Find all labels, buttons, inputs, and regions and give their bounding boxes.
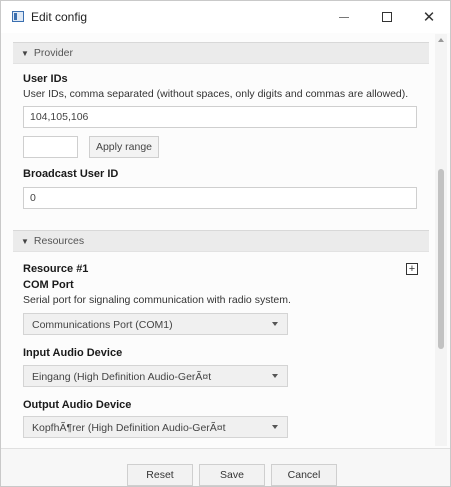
plus-box-icon[interactable]: + xyxy=(406,263,418,275)
input-audio-select[interactable]: Eingang (High Definition Audio-GerÃ¤t xyxy=(23,365,288,387)
minimize-button[interactable] xyxy=(324,1,364,33)
input-audio-selected: Eingang (High Definition Audio-GerÃ¤t xyxy=(32,371,212,383)
user-ids-label: User IDs xyxy=(23,73,68,85)
dialog-footer: Reset Save Cancel xyxy=(1,448,450,486)
maximize-icon xyxy=(382,12,392,22)
com-port-label: COM Port xyxy=(23,279,74,291)
com-port-selected: Communications Port (COM1) xyxy=(32,319,173,331)
chevron-down-icon xyxy=(272,374,278,378)
provider-header-label: Provider xyxy=(33,47,74,59)
output-audio-label: Output Audio Device xyxy=(23,399,132,411)
user-ids-input[interactable]: 104,105,106 xyxy=(23,106,417,128)
minimize-icon xyxy=(339,16,349,18)
edit-config-window: Edit config ✕ ▼ Provider User IDs User I… xyxy=(0,0,451,487)
output-audio-selected: KopfhÃ¶rer (High Definition Audio-GerÃ¤t xyxy=(32,422,226,434)
vertical-scrollbar[interactable] xyxy=(435,34,447,446)
close-button[interactable]: ✕ xyxy=(409,1,449,33)
broadcast-user-id-label: Broadcast User ID xyxy=(23,168,119,180)
com-port-description: Serial port for signaling communication … xyxy=(23,294,291,306)
output-audio-select[interactable]: KopfhÃ¶rer (High Definition Audio-GerÃ¤t xyxy=(23,416,288,438)
chevron-down-icon xyxy=(272,322,278,326)
chevron-down-icon xyxy=(272,425,278,429)
triangle-down-icon: ▼ xyxy=(21,236,29,246)
scroll-up-icon[interactable] xyxy=(438,38,444,42)
range-input[interactable] xyxy=(23,136,78,158)
reset-button[interactable]: Reset xyxy=(127,464,193,486)
close-icon: ✕ xyxy=(422,9,436,26)
maximize-button[interactable] xyxy=(367,1,407,33)
broadcast-user-id-input[interactable]: 0 xyxy=(23,187,417,209)
scrollbar-thumb[interactable] xyxy=(438,169,444,349)
input-audio-label: Input Audio Device xyxy=(23,347,123,359)
resources-header-label: Resources xyxy=(33,235,85,247)
save-button[interactable]: Save xyxy=(199,464,265,486)
apply-range-button[interactable]: Apply range xyxy=(89,136,159,158)
triangle-down-icon: ▼ xyxy=(21,48,29,58)
provider-section-header[interactable]: ▼ Provider xyxy=(13,42,429,64)
cancel-button[interactable]: Cancel xyxy=(271,464,337,486)
app-window-icon xyxy=(12,11,24,22)
resource-title: Resource #1 xyxy=(23,263,89,275)
window-title: Edit config xyxy=(31,10,88,24)
title-bar[interactable]: Edit config ✕ xyxy=(1,1,450,33)
resources-section-header[interactable]: ▼ Resources xyxy=(13,230,429,252)
com-port-select[interactable]: Communications Port (COM1) xyxy=(23,313,288,335)
user-ids-description: User IDs, comma separated (without space… xyxy=(23,88,409,100)
